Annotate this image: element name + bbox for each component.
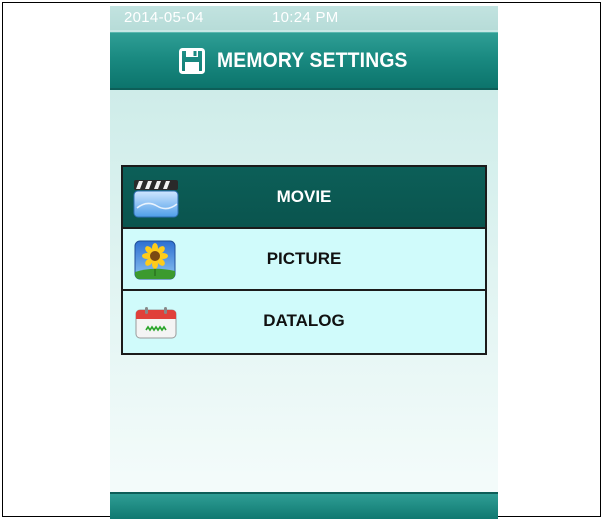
menu-item-datalog[interactable]: DATALOG (123, 291, 485, 353)
menu-item-label: DATALOG (263, 311, 345, 330)
bottom-bar (110, 492, 498, 519)
memory-settings-menu: MOVIE PICTURE DATALOG (121, 165, 487, 355)
menu-item-picture[interactable]: PICTURE (123, 229, 485, 289)
status-time: 10:24 PM (272, 9, 339, 26)
menu-item-label: MOVIE (276, 187, 332, 206)
save-disk-icon (179, 48, 206, 74)
status-date: 2014-05-04 (124, 9, 204, 26)
status-bar: 2014-05-04 10:24 PM (110, 6, 498, 30)
device-screen: 2014-05-04 10:24 PM MEMORY SETTINGS MOVI… (110, 6, 498, 519)
menu-item-movie[interactable]: MOVIE (123, 167, 485, 227)
page-title: MEMORY SETTINGS (217, 49, 409, 72)
menu-item-label: PICTURE (266, 249, 342, 268)
title-bar: MEMORY SETTINGS (110, 32, 498, 90)
